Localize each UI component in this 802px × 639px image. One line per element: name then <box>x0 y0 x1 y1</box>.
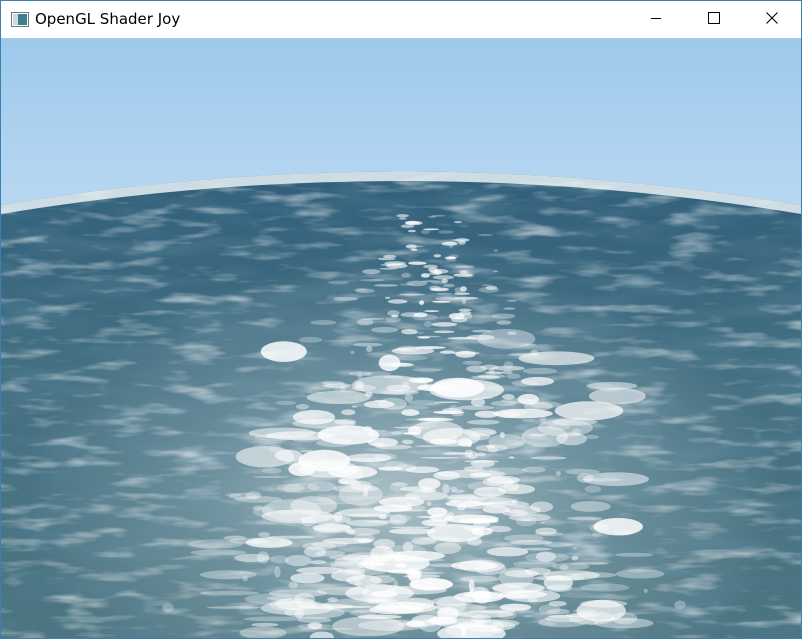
sea <box>1 171 801 638</box>
window-title: OpenGL Shader Joy <box>35 10 181 28</box>
app-window-icon <box>11 12 29 27</box>
minimize-icon <box>650 11 662 29</box>
minimize-button[interactable] <box>627 1 685 38</box>
application-window: OpenGL Shader Joy <box>0 0 802 639</box>
render-viewport[interactable] <box>1 38 801 638</box>
close-button[interactable] <box>743 1 801 38</box>
maximize-icon <box>708 11 720 29</box>
title-bar[interactable]: OpenGL Shader Joy <box>1 1 801 38</box>
maximize-button[interactable] <box>685 1 743 38</box>
close-icon <box>766 11 778 29</box>
ocean-scene <box>1 38 801 638</box>
